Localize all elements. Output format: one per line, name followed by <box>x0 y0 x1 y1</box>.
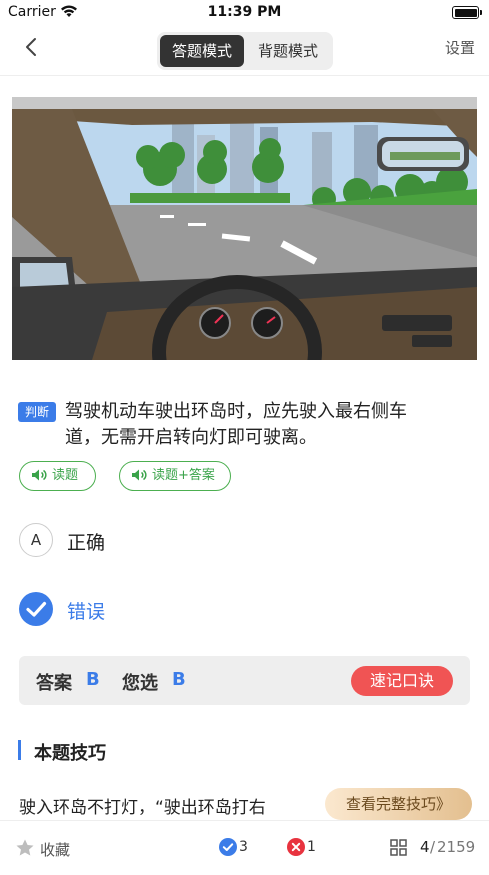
grid-icon[interactable] <box>390 839 407 856</box>
view-full-tips-button[interactable]: 查看完整技巧》 <box>325 788 472 820</box>
check-icon[interactable] <box>19 592 53 626</box>
tab-answer-mode[interactable]: 答题模式 <box>160 35 244 67</box>
correct-count: 3 <box>239 839 248 855</box>
bottom-bar: 收藏 3 1 4 / 2159 <box>0 820 489 875</box>
answer-summary: 答案 B 您选 B 速记口诀 <box>19 656 470 705</box>
mode-segmented-control: 答题模式 背题模式 <box>157 32 333 70</box>
question-text: 驾驶机动车驶出环岛时，应先驶入最右侧车道，无需开启转向灯即可驶离。 <box>65 401 407 448</box>
read-question-button[interactable]: 读题 <box>19 461 96 491</box>
tab-memorize-mode[interactable]: 背题模式 <box>246 35 330 67</box>
option-a-text[interactable]: 正确 <box>67 528 105 555</box>
option-a-marker[interactable]: A <box>19 523 53 557</box>
status-bar: Carrier 11:39 PM <box>0 0 489 24</box>
question-image <box>12 97 477 360</box>
wrong-count: 1 <box>307 839 316 855</box>
chosen-value: B <box>172 669 186 690</box>
read-question-answer-label: 读题+答案 <box>152 468 215 483</box>
progress-current[interactable]: 4 <box>420 838 430 856</box>
answer-value: B <box>86 669 100 690</box>
speaker-icon <box>132 469 147 481</box>
back-icon[interactable] <box>20 35 44 59</box>
battery-icon <box>452 6 482 19</box>
option-b-text[interactable]: 错误 <box>67 597 105 624</box>
speaker-icon <box>32 469 47 481</box>
favorite-button[interactable]: 收藏 <box>40 839 70 860</box>
chosen-label: 您选 <box>122 673 158 694</box>
star-icon[interactable] <box>15 838 35 858</box>
mnemonic-button[interactable]: 速记口诀 <box>351 666 453 696</box>
progress-total: 2159 <box>437 838 476 856</box>
nav-bar: 答题模式 背题模式 设置 <box>0 24 489 76</box>
question-type-badge: 判断 <box>18 402 56 422</box>
driving-scene-illustration <box>12 97 477 360</box>
read-question-answer-button[interactable]: 读题+答案 <box>119 461 231 491</box>
read-question-label: 读题 <box>52 468 79 483</box>
clock: 11:39 PM <box>207 4 282 20</box>
correct-icon <box>219 838 237 856</box>
tips-accent-bar <box>18 740 21 760</box>
tips-title: 本题技巧 <box>34 743 106 764</box>
answer-label: 答案 <box>36 673 72 694</box>
wrong-icon <box>287 838 305 856</box>
tips-text: 驶入环岛不打灯，“驶出环岛打右 <box>19 798 266 818</box>
progress-separator: / <box>430 838 436 856</box>
settings-button[interactable]: 设置 <box>445 37 475 58</box>
